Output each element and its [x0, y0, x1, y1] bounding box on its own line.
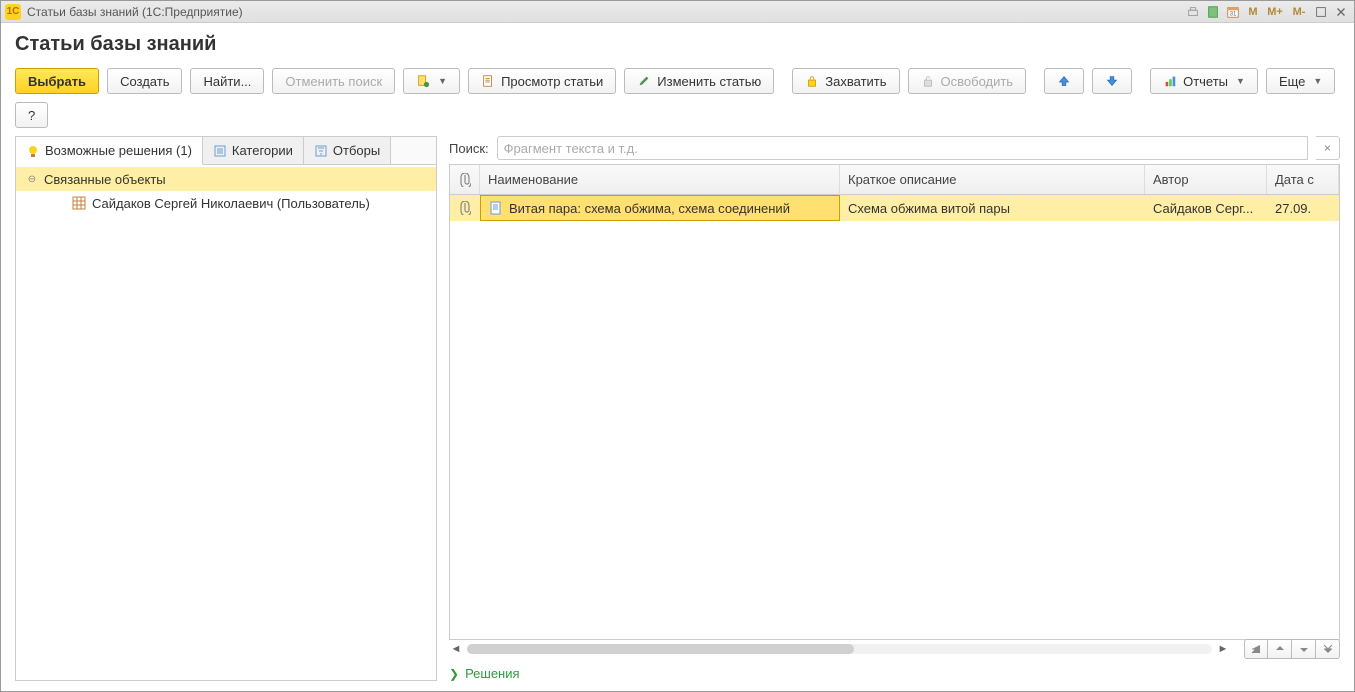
scroll-thumb[interactable] — [467, 644, 854, 654]
nav-buttons — [1244, 639, 1340, 659]
down-button[interactable] — [1092, 68, 1132, 94]
cell-date: 27.09. — [1267, 195, 1339, 221]
up-button[interactable] — [1044, 68, 1084, 94]
scroll-right-icon[interactable]: ► — [1216, 642, 1230, 656]
column-date[interactable]: Дата с — [1267, 165, 1339, 194]
cell-author: Сайдаков Серг... — [1145, 195, 1267, 221]
chevron-down-icon: ▼ — [1236, 76, 1245, 86]
calendar-icon[interactable]: 31 — [1224, 4, 1242, 20]
column-author[interactable]: Автор — [1145, 165, 1267, 194]
cancel-search-button: Отменить поиск — [272, 68, 395, 94]
create-button[interactable]: Создать — [107, 68, 182, 94]
tree-item[interactable]: Сайдаков Сергей Николаевич (Пользователь… — [16, 191, 436, 215]
table-header: Наименование Краткое описание Автор Дата… — [450, 165, 1339, 195]
toolbar: Выбрать Создать Найти... Отменить поиск … — [15, 68, 1340, 128]
svg-text:31: 31 — [1230, 10, 1237, 17]
tab-categories[interactable]: Категории — [203, 137, 304, 164]
main-area: Возможные решения (1) Категории Отборы ⊖… — [15, 136, 1340, 681]
grid-icon — [72, 196, 86, 210]
release-button: Освободить — [908, 68, 1027, 94]
find-button[interactable]: Найти... — [190, 68, 264, 94]
tree-group-label: Связанные объекты — [44, 172, 166, 187]
tab-filters[interactable]: Отборы — [304, 137, 391, 164]
tree: ⊖ Связанные объекты Сайдаков Сергей Нико… — [16, 165, 436, 680]
unlock-icon — [921, 74, 935, 88]
reports-button[interactable]: Отчеты ▼ — [1150, 68, 1258, 94]
table: Наименование Краткое описание Автор Дата… — [449, 164, 1340, 640]
right-panel: Поиск: × Наименование Краткое описание А… — [449, 136, 1340, 681]
capture-button[interactable]: Захватить — [792, 68, 899, 94]
tree-item-label: Сайдаков Сергей Николаевич (Пользователь… — [92, 196, 370, 211]
document-icon — [481, 74, 495, 88]
cell-name: Витая пара: схема обжима, схема соединен… — [480, 195, 840, 221]
column-desc[interactable]: Краткое описание — [840, 165, 1145, 194]
chevron-down-icon: ▼ — [438, 76, 447, 86]
tree-group[interactable]: ⊖ Связанные объекты — [16, 167, 436, 191]
list-icon — [213, 144, 227, 158]
cell-attachment — [450, 195, 480, 221]
search-clear-button[interactable]: × — [1316, 136, 1340, 160]
tab-label: Категории — [232, 143, 293, 158]
scroll-track[interactable] — [467, 644, 1212, 654]
nav-first-button[interactable] — [1244, 639, 1268, 659]
bulb-icon — [26, 144, 40, 158]
collapse-icon[interactable]: ⊖ — [26, 173, 38, 185]
view-article-button[interactable]: Просмотр статьи — [468, 68, 616, 94]
footer-link-label: Решения — [465, 666, 519, 681]
more-button[interactable]: Еще▼ — [1266, 68, 1335, 94]
m-plus-icon[interactable]: M+ — [1264, 4, 1286, 20]
tabs: Возможные решения (1) Категории Отборы — [16, 137, 436, 165]
left-panel: Возможные решения (1) Категории Отборы ⊖… — [15, 136, 437, 681]
arrow-down-icon — [1105, 74, 1119, 88]
m-icon[interactable]: M — [1244, 4, 1262, 20]
help-button[interactable]: ? — [15, 102, 48, 128]
app-icon: 1C — [5, 4, 21, 20]
tab-label: Отборы — [333, 143, 380, 158]
application-window: 1C Статьи базы знаний (1С:Предприятие) 3… — [0, 0, 1355, 692]
nav-prev-button[interactable] — [1268, 639, 1292, 659]
content-area: Статьи базы знаний Выбрать Создать Найти… — [1, 23, 1354, 691]
pencil-icon — [637, 74, 651, 88]
search-row: Поиск: × — [449, 136, 1340, 160]
tab-solutions[interactable]: Возможные решения (1) — [16, 137, 203, 165]
tab-label: Возможные решения (1) — [45, 143, 192, 158]
column-attachment[interactable] — [450, 165, 480, 194]
lock-icon — [805, 74, 819, 88]
document-icon — [489, 201, 503, 215]
nav-last-button[interactable] — [1316, 639, 1340, 659]
print-icon[interactable] — [1184, 4, 1202, 20]
nav-next-button[interactable] — [1292, 639, 1316, 659]
select-button[interactable]: Выбрать — [15, 68, 99, 94]
system-buttons: 31 M M+ M- — [1184, 4, 1350, 20]
m-minus-icon[interactable]: M- — [1288, 4, 1310, 20]
attach-dropdown-button[interactable]: ▼ — [403, 68, 460, 94]
search-input[interactable] — [497, 136, 1308, 160]
scroll-left-icon[interactable]: ◄ — [449, 642, 463, 656]
window-title: Статьи базы знаний (1С:Предприятие) — [27, 5, 243, 19]
horizontal-scroll: ◄ ► — [449, 640, 1340, 658]
filter-icon — [314, 144, 328, 158]
page-title: Статьи базы знаний — [15, 33, 1340, 56]
chart-icon — [1163, 74, 1177, 88]
footer-link[interactable]: ❯ Решения — [449, 666, 1340, 681]
titlebar: 1C Статьи базы знаний (1С:Предприятие) 3… — [1, 1, 1354, 23]
cell-desc: Схема обжима витой пары — [840, 195, 1145, 221]
edit-article-button[interactable]: Изменить статью — [624, 68, 774, 94]
arrow-up-icon — [1057, 74, 1071, 88]
calculator-icon[interactable] — [1204, 4, 1222, 20]
close-icon[interactable] — [1332, 4, 1350, 20]
chevron-right-icon: ❯ — [449, 667, 459, 681]
maximize-icon[interactable] — [1312, 4, 1330, 20]
attach-icon — [416, 74, 430, 88]
column-name[interactable]: Наименование — [480, 165, 840, 194]
table-body: Витая пара: схема обжима, схема соединен… — [450, 195, 1339, 639]
chevron-down-icon: ▼ — [1313, 76, 1322, 86]
table-row[interactable]: Витая пара: схема обжима, схема соединен… — [450, 195, 1339, 221]
search-label: Поиск: — [449, 141, 489, 156]
